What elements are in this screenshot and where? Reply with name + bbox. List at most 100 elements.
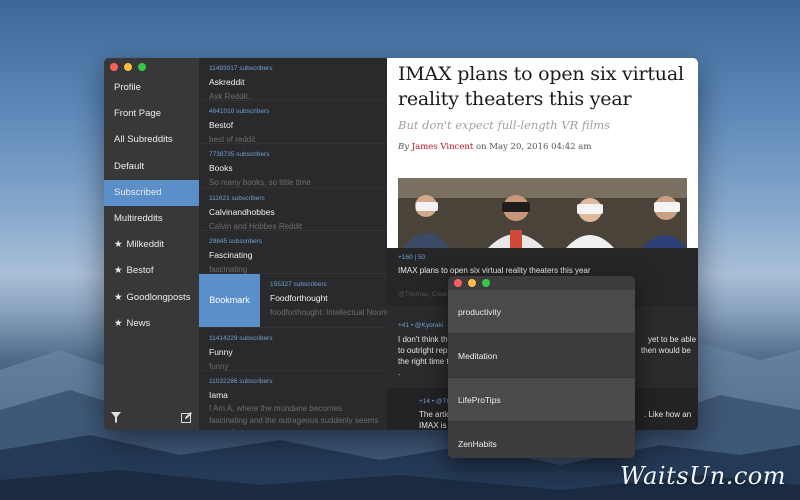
subreddit-row[interactable]: Bookmark 155327 subscribers Foodforthought… — [199, 273, 387, 328]
subreddit-description: Ask Reddit... — [209, 92, 255, 101]
comment-text: to outright rep — [398, 346, 448, 355]
article-photo — [398, 178, 687, 248]
subreddit-name: Calvinandhobbes — [209, 206, 275, 217]
sidebar-item-label: Subscribed — [114, 186, 162, 198]
subreddit-row[interactable]: 11493017 subscribers Askreddit Ask Reddit.… — [199, 58, 387, 102]
sidebar-nav: Profile Front Page All Subreddits Default Su… — [104, 75, 199, 337]
sidebar-item-label: Goodlongposts — [126, 291, 191, 303]
star-icon: ★ — [114, 317, 123, 329]
subscriber-count: 11032286 subscribers — [209, 378, 273, 386]
window-controls — [110, 63, 146, 71]
subreddit-row[interactable]: 7738735 subscribers Books So many books, s… — [199, 144, 387, 188]
star-icon: ★ — [114, 239, 123, 251]
subreddit-row[interactable]: 11414229 subscribers Funny funny — [199, 328, 387, 372]
article-headline: IMAX plans to open six virtual reality t… — [398, 63, 684, 110]
sidebar-item-goodlongposts[interactable]: ★ Goodlongposts — [104, 285, 199, 311]
post-score: +160 | 50 — [398, 254, 426, 261]
sidebar-item-news[interactable]: ★ News — [104, 311, 199, 337]
subscriber-count: 4641010 subscribers — [209, 108, 270, 116]
compose-icon[interactable] — [181, 412, 192, 423]
subreddit-name: Iama — [209, 390, 228, 401]
article-byline: By James Vincent on May 20, 2016 04:42 a… — [398, 142, 698, 152]
comment-text: . Like how an — [644, 410, 692, 419]
minimize-button[interactable] — [124, 63, 132, 71]
sidebar-item-subscribed[interactable]: Subscribed — [104, 179, 199, 206]
comment-meta: +14 • @Th — [419, 398, 451, 405]
subreddit-row[interactable]: 29845 subscribers Fascinating fascinating — [199, 231, 387, 274]
subscriber-count: 7738735 subscribers — [209, 151, 270, 159]
sidebar-item-label: Default — [114, 160, 145, 172]
sidebar-item-label: All Subreddits — [114, 134, 173, 146]
subscriber-count: 111621 subscribers — [209, 194, 265, 202]
subreddit-description: Calvin and Hobbes Reddit — [209, 221, 302, 231]
sidebar-item-profile[interactable]: Profile — [104, 75, 199, 101]
popup-minimize-button[interactable] — [468, 279, 476, 287]
subreddit-description: funny — [209, 361, 229, 371]
sidebar-item-multireddits[interactable]: Multireddits — [104, 206, 199, 232]
subreddit-name: Bestof — [209, 120, 234, 131]
subreddit-description: I Am A, where the mundane becomes fascin… — [209, 404, 379, 430]
comment-text: The artic — [419, 410, 451, 419]
subreddit-description: foodforthought: Intellectual Nourishment — [270, 307, 387, 317]
popup-close-button[interactable] — [454, 279, 462, 287]
subreddit-name: Books — [209, 163, 233, 174]
subscriber-count: 155327 subscribers — [270, 280, 327, 288]
subreddit-content: 155327 subscribers Foodforthought foodfort… — [270, 281, 387, 317]
subscriber-count: 29845 subscribers — [209, 237, 263, 245]
article-subhead: But don't expect full-length VR films — [398, 118, 611, 132]
popup-item[interactable]: Meditation — [448, 334, 635, 378]
zoom-button[interactable] — [138, 63, 146, 71]
subscriber-count: 11493017 subscribers — [209, 65, 273, 72]
byline-by: By — [398, 142, 410, 152]
subreddit-name: Foodforthought — [270, 292, 328, 303]
watermark: WaitsUn.com — [620, 462, 786, 490]
bookmark-button[interactable]: Bookmark — [199, 273, 260, 327]
popup-item[interactable]: LifeProTips — [448, 378, 635, 422]
sidebar-item-label: Bestof — [126, 265, 154, 277]
comment-text: IMAX is — [419, 421, 447, 430]
comment-text: I don't think th — [398, 335, 448, 344]
subreddit-description: best of reddit — [209, 135, 256, 145]
subreddit-list: 11493017 subscribers Askreddit Ask Reddit.… — [199, 58, 387, 430]
sidebar-item-front-page[interactable]: Front Page — [104, 101, 199, 127]
article-header: IMAX plans to open six virtual reality t… — [387, 58, 698, 248]
subreddit-name: Fascinating — [209, 249, 253, 260]
close-button[interactable] — [110, 63, 118, 71]
filter-icon[interactable] — [111, 412, 121, 423]
subreddit-description: fascinating — [209, 264, 248, 274]
popup-item[interactable]: productivity — [448, 290, 635, 334]
sidebar-item-default[interactable]: Default — [104, 154, 199, 180]
byline-author[interactable]: James Vincent — [412, 142, 474, 152]
sidebar: Profile Front Page All Subreddits Default Su… — [104, 58, 199, 430]
sidebar-item-all-subreddits[interactable]: All Subreddits — [104, 127, 199, 153]
post-title[interactable]: IMAX plans to open six virtual reality t… — [398, 266, 591, 275]
sidebar-item-milkeddit[interactable]: ★ Milkeddit — [104, 232, 199, 258]
subreddit-description: So many books, so little time — [209, 178, 311, 188]
comment-meta: +41 • @Kyoraki — [398, 322, 444, 329]
popup-window: productivity Meditation LifeProTips ZenHabi… — [448, 276, 635, 458]
sidebar-item-label: Milkeddit — [126, 239, 165, 251]
popup-zoom-button[interactable] — [482, 279, 490, 287]
popup-list: productivity Meditation LifeProTips ZenHabi… — [448, 290, 635, 458]
sidebar-item-label: Multireddits — [114, 212, 163, 224]
subreddit-row[interactable]: 11032286 subscribers Iama I Am A, where th… — [199, 371, 387, 430]
sidebar-item-label: Front Page — [114, 108, 161, 120]
popup-item[interactable]: ZenHabits — [448, 422, 635, 458]
star-icon: ★ — [114, 291, 123, 303]
subscriber-count: 11414229 subscribers — [209, 334, 273, 342]
sidebar-item-label: News — [126, 317, 151, 329]
subreddit-name: Funny — [209, 346, 233, 357]
comment-text: yet to be able — [648, 335, 697, 344]
comment-bullet: . — [398, 368, 401, 377]
sidebar-item-label: Profile — [114, 82, 141, 93]
post-meta: @Thomas_Cove... — [398, 291, 453, 298]
sidebar-item-bestof[interactable]: ★ Bestof — [104, 258, 199, 284]
comment-text: the right time t — [398, 357, 449, 366]
popup-window-controls — [454, 279, 490, 287]
subreddit-name: Askreddit — [209, 77, 245, 87]
subreddit-row[interactable]: 111621 subscribers Calvinandhobbes Calvin … — [199, 188, 387, 231]
byline-on: on — [475, 142, 487, 152]
subreddit-row[interactable]: 4641010 subscribers Bestof best of reddit — [199, 101, 387, 145]
star-icon: ★ — [114, 265, 123, 277]
comment-text: then would be — [641, 346, 691, 355]
